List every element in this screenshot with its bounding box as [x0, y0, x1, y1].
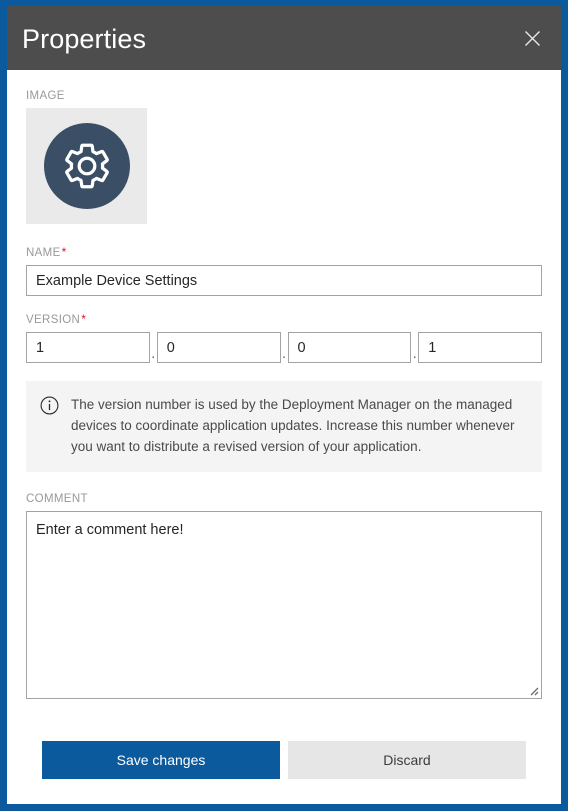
discard-button[interactable]: Discard	[288, 741, 526, 779]
properties-dialog: Properties IMAGE NAME* Example Device Se…	[0, 0, 568, 811]
name-label-text: NAME	[26, 247, 61, 259]
version-separator: .	[151, 345, 156, 361]
name-section: NAME*	[26, 245, 542, 296]
version-minor-input[interactable]	[156, 332, 281, 363]
comment-label: COMMENT	[26, 493, 88, 505]
image-section: IMAGE	[26, 90, 542, 224]
version-revision-input[interactable]	[418, 332, 542, 363]
image-label: IMAGE	[26, 90, 65, 102]
info-text: The version number is used by the Deploy…	[71, 397, 515, 454]
version-separator: .	[282, 345, 286, 361]
version-required-marker: *	[81, 312, 87, 326]
info-box: The version number is used by the Deploy…	[26, 381, 542, 472]
comment-wrapper	[26, 511, 542, 699]
info-section: The version number is used by the Deploy…	[26, 381, 542, 472]
version-separator: .	[412, 345, 417, 361]
version-label: VERSION*	[26, 312, 542, 326]
version-row: . . .	[26, 332, 542, 363]
dialog-footer: Save changes Discard	[7, 699, 561, 779]
dialog-title: Properties	[22, 23, 147, 54]
comment-section: COMMENT	[26, 493, 542, 699]
version-build-input[interactable]	[287, 332, 412, 363]
name-label: NAME*	[26, 245, 542, 259]
version-label-text: VERSION	[26, 314, 81, 326]
name-required-marker: *	[61, 245, 67, 259]
dialog-body: IMAGE NAME* VERSION* .	[7, 70, 561, 699]
dialog-titlebar: Properties	[7, 6, 561, 70]
version-major-input[interactable]	[26, 332, 150, 363]
version-section: VERSION* . . .	[26, 312, 542, 363]
info-icon	[40, 396, 59, 420]
close-icon[interactable]	[509, 15, 555, 61]
comment-textarea[interactable]	[26, 511, 542, 699]
image-thumbnail[interactable]	[26, 108, 147, 224]
name-input[interactable]	[26, 265, 542, 296]
gear-icon	[43, 123, 130, 209]
save-changes-button[interactable]: Save changes	[42, 741, 280, 779]
